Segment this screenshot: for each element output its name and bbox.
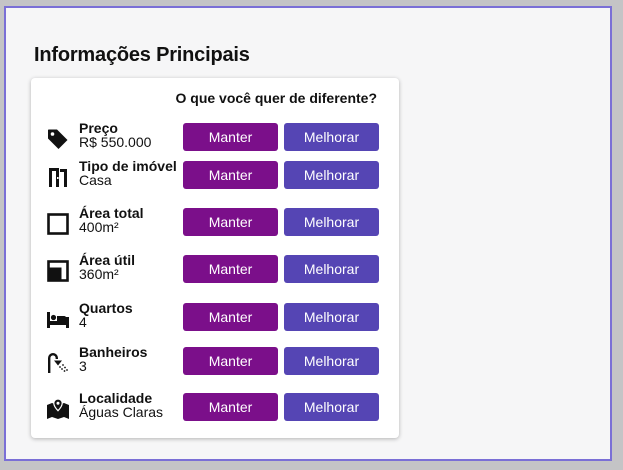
keep-button-location[interactable]: Manter (183, 393, 278, 421)
square-fill-icon (45, 258, 71, 284)
feature-row-property-type: Tipo de imóvel Casa Manter Melhorar (31, 159, 399, 191)
feature-label: Banheiros (79, 344, 148, 360)
keep-button-bathrooms[interactable]: Manter (183, 347, 278, 375)
map-pin-icon (45, 396, 71, 422)
feature-value: 360m² (79, 266, 119, 282)
shower-icon (45, 350, 71, 376)
feature-row-usable-area: Área útil 360m² Manter Melhorar (31, 253, 399, 285)
feature-label: Preço (79, 120, 118, 136)
feature-row-location: Localidade Águas Claras Manter Melhorar (31, 391, 399, 423)
improve-button-bathrooms[interactable]: Melhorar (284, 347, 379, 375)
feature-text: Área total 400m² (79, 206, 144, 234)
question-heading: O que você quer de diferente? (175, 90, 378, 106)
feature-text: Área útil 360m² (79, 253, 135, 281)
feature-text: Tipo de imóvel Casa (79, 159, 177, 187)
feature-label: Área útil (79, 252, 136, 268)
door-icon (45, 164, 71, 190)
bed-icon (45, 306, 71, 332)
feature-row-price: Preço R$ 550.000 Manter Melhorar (31, 121, 399, 153)
keep-button-property-type[interactable]: Manter (183, 161, 278, 189)
feature-label: Localidade (79, 390, 153, 406)
improve-button-property-type[interactable]: Melhorar (284, 161, 379, 189)
feature-label: Tipo de imóvel (79, 158, 177, 174)
keep-button-usable-area[interactable]: Manter (183, 255, 278, 283)
features-card: O que você quer de diferente? Preço R$ 5… (31, 78, 399, 438)
feature-row-bedrooms: Quartos 4 Manter Melhorar (31, 301, 399, 333)
price-tag-icon (45, 126, 71, 152)
feature-value: 4 (79, 314, 87, 330)
feature-value: Águas Claras (79, 404, 164, 420)
square-outline-icon (45, 211, 71, 237)
feature-value: R$ 550.000 (79, 134, 152, 150)
improve-button-total-area[interactable]: Melhorar (284, 208, 379, 236)
keep-button-bedrooms[interactable]: Manter (183, 303, 278, 331)
feature-value: 3 (79, 358, 87, 374)
improve-button-bedrooms[interactable]: Melhorar (284, 303, 379, 331)
improve-button-usable-area[interactable]: Melhorar (284, 255, 379, 283)
feature-value: 400m² (79, 219, 119, 235)
improve-button-price[interactable]: Melhorar (284, 123, 379, 151)
feature-row-total-area: Área total 400m² Manter Melhorar (31, 206, 399, 238)
keep-button-total-area[interactable]: Manter (183, 208, 278, 236)
feature-text: Localidade Águas Claras (79, 391, 163, 419)
feature-label: Área total (79, 205, 144, 221)
feature-text: Preço R$ 550.000 (79, 121, 151, 149)
page-frame: Informações Principais O que você quer d… (4, 6, 612, 461)
keep-button-price[interactable]: Manter (183, 123, 278, 151)
feature-value: Casa (79, 172, 112, 188)
improve-button-location[interactable]: Melhorar (284, 393, 379, 421)
feature-text: Quartos 4 (79, 301, 133, 329)
page-title: Informações Principais (34, 44, 250, 66)
feature-row-bathrooms: Banheiros 3 Manter Melhorar (31, 345, 399, 377)
feature-label: Quartos (79, 300, 133, 316)
feature-text: Banheiros 3 (79, 345, 147, 373)
